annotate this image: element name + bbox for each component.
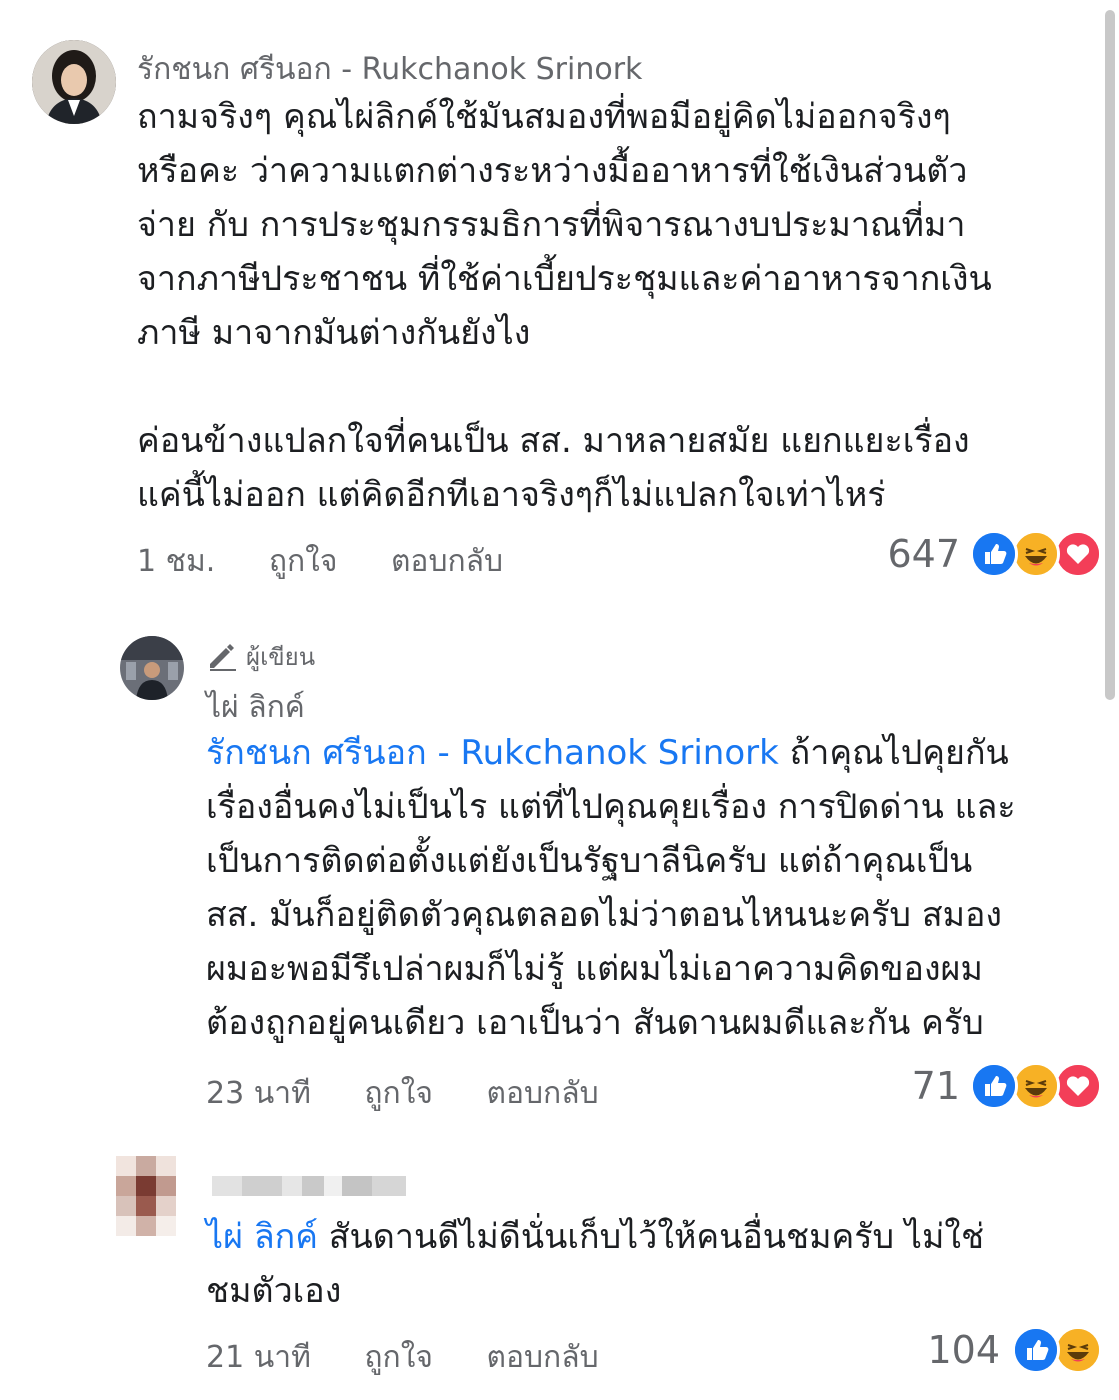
reply-button[interactable]: ตอบกลับ — [391, 544, 503, 579]
comment-time[interactable]: 23 นาที — [206, 1076, 311, 1111]
reply-button[interactable]: ตอบกลับ — [487, 1076, 599, 1111]
scrollbar[interactable] — [1105, 10, 1115, 700]
comment-text: รักชนก ศรีนอก - Rukchanok Srinork ถ้าคุณ… — [206, 726, 1096, 1050]
like-icon — [970, 1062, 1018, 1110]
author-badge-label: ผู้เขียน — [246, 642, 316, 671]
comment-actions: 1 ชม. ถูกใจ ตอบกลับ — [137, 538, 547, 585]
reaction-count[interactable]: 104 — [900, 1328, 1000, 1372]
reactions[interactable] — [970, 530, 1102, 580]
avatar-photo-icon — [32, 40, 116, 124]
like-icon — [970, 530, 1018, 578]
blurred-author-name[interactable] — [212, 1176, 412, 1198]
love-icon — [1054, 530, 1102, 578]
comment-actions: 23 นาที ถูกใจ ตอบกลับ — [206, 1070, 643, 1117]
comment-author[interactable]: รักชนก ศรีนอก - Rukchanok Srinork — [137, 46, 642, 93]
comment-actions: 21 นาที ถูกใจ ตอบกลับ — [206, 1334, 643, 1381]
haha-icon — [1012, 1062, 1060, 1110]
comment-text: ไผ่ ลิกค์ สันดานดีไม่ดีนั่นเก็บไว้ให้คนอ… — [206, 1210, 1096, 1318]
mention-link[interactable]: รักชนก ศรีนอก - Rukchanok Srinork — [206, 733, 779, 773]
mention-link[interactable]: ไผ่ ลิกค์ — [206, 1217, 318, 1257]
haha-icon — [1012, 530, 1060, 578]
comment-time[interactable]: 21 นาที — [206, 1340, 311, 1375]
love-icon — [1054, 1062, 1102, 1110]
like-icon — [1012, 1326, 1060, 1374]
pencil-icon — [210, 644, 236, 671]
reactions[interactable] — [1012, 1326, 1102, 1376]
reaction-count[interactable]: 71 — [860, 1064, 960, 1108]
comment-text: ถามจริงๆ คุณไผ่ลิกค์ใช้มันสมองที่พอมีอยู… — [137, 97, 992, 515]
avatar[interactable] — [120, 636, 184, 700]
like-button[interactable]: ถูกใจ — [269, 544, 338, 579]
comment-text-body: สันดานดีไม่ดีนั่นเก็บไว้ให้คนอื่นชมครับ … — [206, 1217, 985, 1311]
avatar-photo-icon — [120, 636, 184, 700]
comment-text-body: ถ้าคุณไปคุยกัน เรื่องอื่นคงไม่เป็นไร แต่… — [206, 733, 1016, 1043]
like-button[interactable]: ถูกใจ — [364, 1076, 433, 1111]
haha-icon — [1054, 1326, 1102, 1374]
reactions[interactable] — [970, 1062, 1102, 1112]
reaction-count[interactable]: 647 — [860, 532, 960, 576]
reply-button[interactable]: ตอบกลับ — [487, 1340, 599, 1375]
like-button[interactable]: ถูกใจ — [364, 1340, 433, 1375]
blurred-avatar-icon — [116, 1156, 176, 1236]
avatar[interactable] — [32, 40, 116, 124]
comment-author[interactable]: ไผ่ ลิกค์ — [206, 684, 305, 731]
comment-time[interactable]: 1 ชม. — [137, 544, 215, 579]
avatar[interactable] — [116, 1156, 176, 1236]
author-badge: ผู้เขียน — [206, 638, 315, 674]
